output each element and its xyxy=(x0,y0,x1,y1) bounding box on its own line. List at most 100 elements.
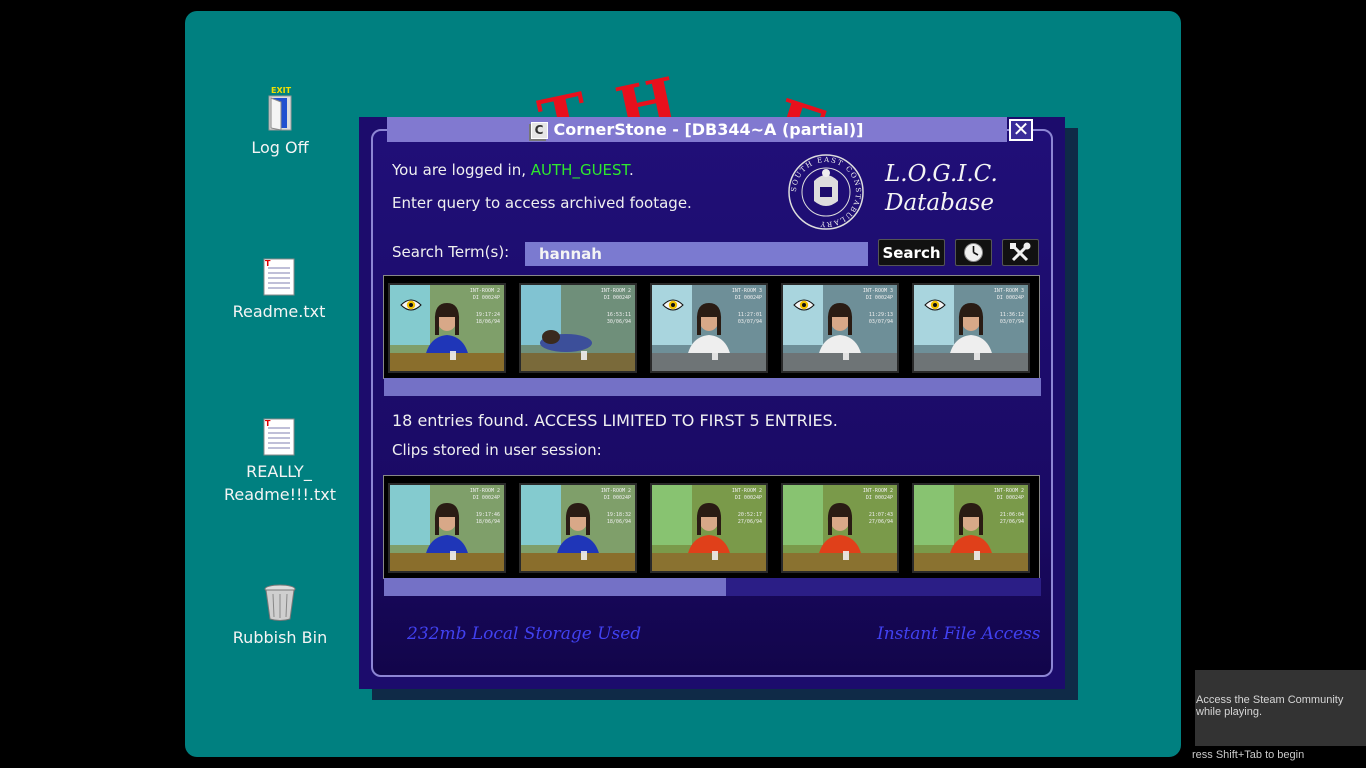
session-clip-thumbnail[interactable]: INT-ROOM 2 DI 00024P 21:06:04 27/06/94 xyxy=(912,483,1030,573)
timestamp-date: 03/07/94 xyxy=(868,319,893,325)
session-clip-thumbnail[interactable]: INT-ROOM 2 DI 00024P 19:18:32 18/06/94 xyxy=(519,483,637,573)
timestamp-date: 18/06/94 xyxy=(606,519,631,525)
trash-bin-icon xyxy=(264,584,296,621)
timestamp-overlay: INT-ROOM 3 DI 00024P 11:29:13 03/07/94 xyxy=(859,288,893,328)
storage-remaining-fill xyxy=(725,578,1041,596)
timestamp-time: 11:36:12 xyxy=(999,312,1024,318)
session-storage-bar xyxy=(384,578,1041,596)
timestamp-overlay: INT-ROOM 2 DI 00024P 21:06:04 27/06/94 xyxy=(990,488,1024,528)
timestamp-date: 30/06/94 xyxy=(606,319,631,325)
result-clip-thumbnail[interactable]: INT-ROOM 3 DI 00024P 11:29:13 03/07/94 xyxy=(781,283,899,373)
settings-button[interactable] xyxy=(1002,239,1039,266)
timestamp-date: 03/07/94 xyxy=(999,319,1024,325)
log-off-label: Log Off xyxy=(251,138,309,157)
timestamp-overlay: INT-ROOM 2 DI 00024P 16:53:11 30/06/94 xyxy=(597,288,631,328)
constabulary-emblem: SOUTH EAST CONSTABULARY xyxy=(788,154,864,230)
timestamp-time: 19:17:24 xyxy=(475,312,500,318)
timestamp-room: INT-ROOM 3 xyxy=(993,288,1024,294)
logic-title: L.O.G.I.C. xyxy=(885,161,998,187)
timestamp-room: INT-ROOM 2 xyxy=(469,288,500,294)
timestamp-room: INT-ROOM 2 xyxy=(600,288,631,294)
timestamp-overlay: INT-ROOM 3 DI 00024P 11:27:01 03/07/94 xyxy=(728,288,762,328)
search-button[interactable]: Search xyxy=(878,239,945,266)
window-title: CornerStone - [DB344~A (partial)] xyxy=(553,120,864,139)
timestamp-time: 20:52:17 xyxy=(737,512,762,518)
exit-door-icon: EXIT xyxy=(268,86,292,131)
readme-label: Readme.txt xyxy=(232,302,326,321)
timestamp-date: 03/07/94 xyxy=(737,319,762,325)
result-clip-thumbnail[interactable]: INT-ROOM 2 DI 00024P 16:53:11 30/06/94 xyxy=(519,283,637,373)
timestamp-date: 18/06/94 xyxy=(475,519,500,525)
text-file-icon: T xyxy=(263,418,295,456)
timestamp-date: 27/06/94 xyxy=(999,519,1024,525)
history-button[interactable] xyxy=(955,239,992,266)
timestamp-code: DI 00024P xyxy=(472,295,500,301)
text-file-icon: T xyxy=(263,258,295,296)
really-readme-label: REALLY_ Readme!!!.txt xyxy=(224,462,336,504)
timestamp-code: DI 00024P xyxy=(734,495,762,501)
timestamp-room: INT-ROOM 2 xyxy=(731,488,762,494)
eye-icon xyxy=(924,299,946,311)
svg-text:EXIT: EXIT xyxy=(271,86,292,95)
login-status: You are logged in, AUTH_GUEST. xyxy=(392,161,634,179)
login-username: AUTH_GUEST xyxy=(530,161,629,179)
timestamp-overlay: INT-ROOM 2 DI 00024P 19:17:46 18/06/94 xyxy=(466,488,500,528)
eye-icon xyxy=(793,299,815,311)
window-titlebar[interactable]: C CornerStone - [DB344~A (partial)] xyxy=(387,117,1007,142)
result-clip-thumbnail[interactable]: INT-ROOM 2 DI 00024P 19:17:24 18/06/94 xyxy=(388,283,506,373)
desktop-icon-readme[interactable]: T Readme.txt xyxy=(224,256,334,323)
eye-icon xyxy=(662,299,684,311)
timestamp-room: INT-ROOM 2 xyxy=(993,488,1024,494)
steam-hint-bar: ress Shift+Tab to begin xyxy=(1186,748,1366,768)
timestamp-overlay: INT-ROOM 3 DI 00024P 11:36:12 03/07/94 xyxy=(990,288,1024,328)
search-label: Search Term(s): xyxy=(392,243,510,261)
desktop-icon-rubbish-bin[interactable]: Rubbish Bin xyxy=(225,582,335,649)
session-clip-thumbnail[interactable]: INT-ROOM 2 DI 00024P 21:07:43 27/06/94 xyxy=(781,483,899,573)
timestamp-code: DI 00024P xyxy=(865,295,893,301)
close-button[interactable]: ✕ xyxy=(1009,119,1033,141)
desktop-icon-really-readme[interactable]: T REALLY_ Readme!!!.txt xyxy=(224,416,336,506)
desktop-icon-log-off[interactable]: EXIT Log Off xyxy=(225,86,335,159)
timestamp-time: 19:17:46 xyxy=(475,512,500,518)
timestamp-date: 27/06/94 xyxy=(737,519,762,525)
timestamp-code: DI 00024P xyxy=(603,295,631,301)
timestamp-room: INT-ROOM 3 xyxy=(731,288,762,294)
eye-icon xyxy=(400,299,422,311)
timestamp-room: INT-ROOM 2 xyxy=(600,488,631,494)
search-input[interactable] xyxy=(525,242,868,266)
results-message: 18 entries found. ACCESS LIMITED TO FIRS… xyxy=(392,411,838,430)
timestamp-overlay: INT-ROOM 2 DI 00024P 21:07:43 27/06/94 xyxy=(859,488,893,528)
timestamp-code: DI 00024P xyxy=(865,495,893,501)
search-results-strip: INT-ROOM 2 DI 00024P 19:17:24 18/06/94 INT-… xyxy=(383,275,1041,396)
steam-overlay-popup[interactable]: Access the Steam Community while playing… xyxy=(1195,670,1366,746)
results-scrollbar[interactable] xyxy=(384,378,1041,396)
timestamp-room: INT-ROOM 2 xyxy=(469,488,500,494)
timestamp-time: 11:29:13 xyxy=(868,312,893,318)
cornerstone-app-icon: C xyxy=(530,122,548,139)
timestamp-date: 27/06/94 xyxy=(868,519,893,525)
timestamp-time: 16:53:11 xyxy=(606,312,631,318)
steam-popup-text: Access the Steam Community while playing… xyxy=(1196,694,1344,718)
instruction-text: Enter query to access archived footage. xyxy=(392,194,692,212)
session-label: Clips stored in user session: xyxy=(392,441,602,459)
timestamp-time: 21:06:04 xyxy=(999,512,1024,518)
tools-icon xyxy=(1010,242,1031,262)
database-title: Database xyxy=(885,190,994,216)
timestamp-code: DI 00024P xyxy=(996,295,1024,301)
timestamp-room: INT-ROOM 3 xyxy=(862,288,893,294)
session-clip-thumbnail[interactable]: INT-ROOM 2 DI 00024P 20:52:17 27/06/94 xyxy=(650,483,768,573)
result-clip-thumbnail[interactable]: INT-ROOM 3 DI 00024P 11:27:01 03/07/94 xyxy=(650,283,768,373)
cornerstone-window: C CornerStone - [DB344~A (partial)] ✕ You… xyxy=(359,117,1065,689)
timestamp-code: DI 00024P xyxy=(734,295,762,301)
timestamp-time: 21:07:43 xyxy=(868,512,893,518)
instant-access-text: Instant File Access xyxy=(877,624,1041,644)
storage-used-text: 232mb Local Storage Used xyxy=(407,624,642,644)
login-suffix: . xyxy=(628,161,634,179)
timestamp-overlay: INT-ROOM 2 DI 00024P 20:52:17 27/06/94 xyxy=(728,488,762,528)
timestamp-overlay: INT-ROOM 2 DI 00024P 19:17:24 18/06/94 xyxy=(466,288,500,328)
session-clip-thumbnail[interactable]: INT-ROOM 2 DI 00024P 19:17:46 18/06/94 xyxy=(388,483,506,573)
session-clips-strip: INT-ROOM 2 DI 00024P 19:17:46 18/06/94 INT-… xyxy=(383,475,1041,596)
login-prefix: You are logged in, xyxy=(392,161,531,179)
result-clip-thumbnail[interactable]: INT-ROOM 3 DI 00024P 11:36:12 03/07/94 xyxy=(912,283,1030,373)
timestamp-time: 19:18:32 xyxy=(606,512,631,518)
